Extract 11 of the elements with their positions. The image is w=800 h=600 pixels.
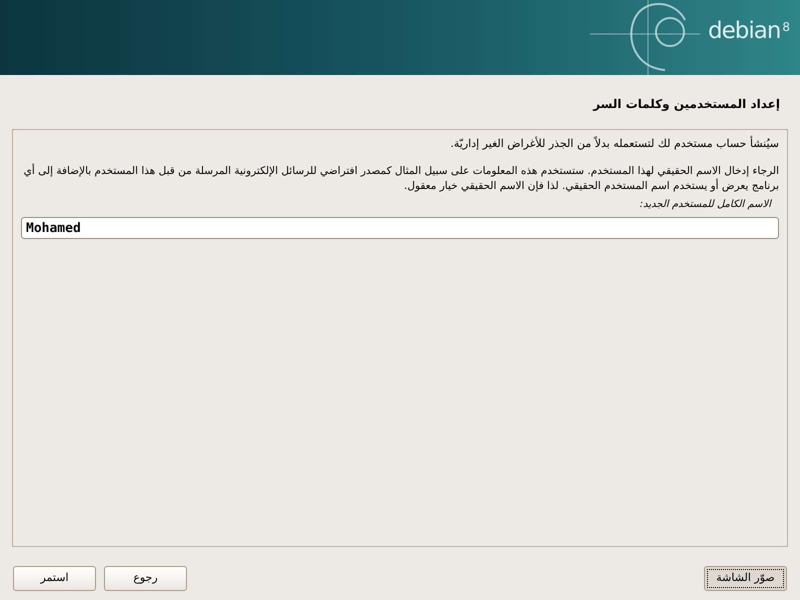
field-label: الاسم الكامل للمستخدم الجديد: [638,198,771,212]
screenshot-button[interactable]: صوّر الشاشة [704,566,787,591]
description-text: الرجاء إدخال الاسم الحقيقي لهذا المستخدم. ستستخدم هذه المعلومات على سبيل المثال كمصدر افتراضي للرسائل الإلكترونية المرسلة من قبل هذا المستخدم بالإضافة إلى أي برنامج يعرض أو يستخدم اسم المستخدم الحقيقي. لذا فإن الاسم الحقيقي خيار معقول. [22,164,779,194]
page-title: إعداد المستخدمين وكلمات السر [593,97,780,111]
version-text: 8 [782,21,790,33]
logo-text: debian [708,20,780,43]
intro-text: سيُنشأ حساب مستخدم لك لتستعمله بدلاً من الجذر للأغراض الغير إداريّة. [449,136,779,151]
full-name-field[interactable]: Mohamed [21,217,779,239]
nav-button[interactable]: استمر [13,566,96,591]
nav-button[interactable]: رجوع [104,566,187,591]
swirl-logo-icon [590,0,700,75]
